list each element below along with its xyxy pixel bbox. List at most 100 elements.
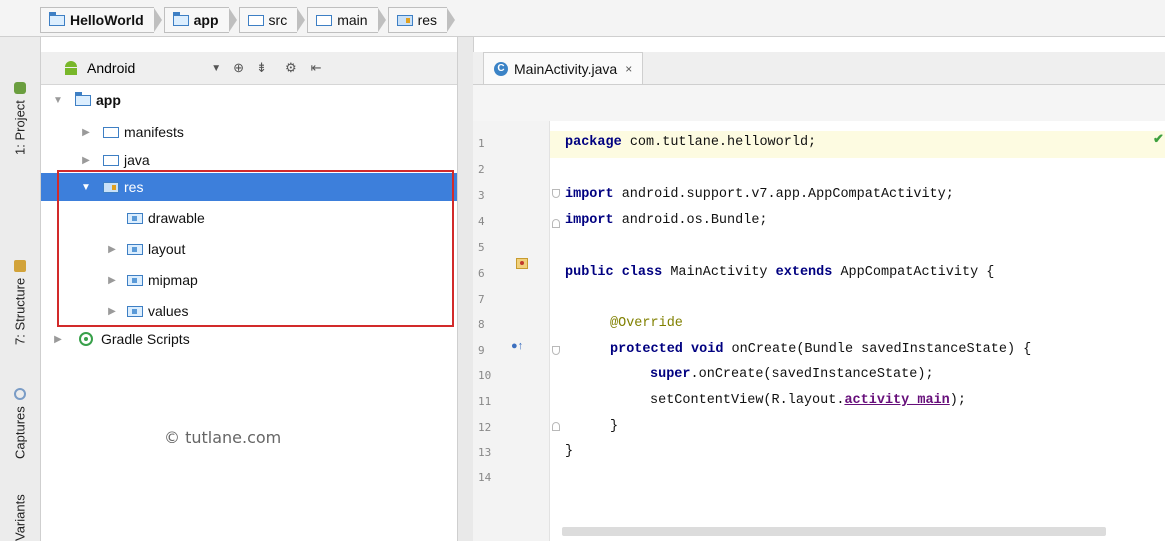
- breadcrumb-src[interactable]: src: [238, 7, 298, 33]
- breadcrumb-app[interactable]: app: [163, 7, 229, 33]
- captures-icon: [14, 388, 26, 401]
- resource-folder-icon: [396, 14, 413, 26]
- breadcrumb-separator: [297, 8, 306, 32]
- tree-item-gradle-scripts[interactable]: ▶ Gradle Scripts: [41, 325, 467, 353]
- gear-icon[interactable]: ⚙: [285, 60, 297, 76]
- tree-item-label: Gradle Scripts: [101, 331, 190, 347]
- breadcrumb-separator: [228, 8, 237, 32]
- breadcrumb-helloworld[interactable]: HelloWorld: [40, 7, 154, 33]
- horizontal-scrollbar[interactable]: [562, 527, 1106, 536]
- code-text: AppCompatActivity {: [832, 265, 995, 280]
- tab-label: 1: Project: [12, 100, 28, 155]
- keyword: package: [565, 135, 622, 150]
- line-number: 12: [478, 421, 492, 434]
- project-panel-header: Android ▼ ⊕ ⇟ ⚙ ⇤: [41, 52, 457, 85]
- fold-marker-icon[interactable]: [552, 219, 560, 228]
- code-line-11: setContentView(R.layout.activity_main);: [650, 393, 966, 408]
- code-line-4: import android.os.Bundle;: [565, 213, 768, 228]
- breadcrumb-separator: [447, 8, 456, 32]
- breadcrumb: HelloWorld app src main res: [40, 7, 457, 33]
- tab-structure[interactable]: 7: Structure: [8, 205, 32, 345]
- tab-mainactivity[interactable]: C MainActivity.java ×: [483, 52, 644, 84]
- line-number: 7: [478, 293, 485, 306]
- breadcrumb-res[interactable]: res: [387, 7, 448, 33]
- fold-marker-icon[interactable]: [552, 422, 560, 431]
- activity-icon[interactable]: [516, 258, 528, 269]
- android-icon: [63, 61, 79, 75]
- breadcrumb-label: main: [337, 12, 368, 28]
- code-text: .onCreate(savedInstanceState);: [690, 367, 934, 382]
- code-text: com.tutlane.helloworld;: [621, 135, 817, 150]
- tab-label: Captures: [12, 406, 28, 459]
- project-icon: [14, 82, 26, 95]
- keyword: protected void: [610, 342, 724, 357]
- line-number: 14: [478, 471, 492, 484]
- gradle-icon: [79, 332, 93, 346]
- collapse-icon[interactable]: ⇟: [256, 60, 267, 76]
- close-icon[interactable]: ×: [625, 62, 632, 76]
- chevron-down-icon[interactable]: ▼: [211, 63, 221, 74]
- expand-arrow-icon[interactable]: ▶: [51, 334, 65, 345]
- tab-project[interactable]: 1: Project: [8, 45, 32, 155]
- code-text: }: [565, 444, 574, 459]
- keyword: public class: [565, 265, 663, 280]
- expand-arrow-icon[interactable]: ▶: [79, 155, 93, 166]
- code-area[interactable]: [550, 121, 1165, 541]
- java-class-icon: C: [494, 61, 508, 76]
- fold-marker-icon[interactable]: [552, 189, 560, 198]
- code-line-8: @Override: [610, 316, 683, 331]
- sync-icon[interactable]: ⊕: [233, 60, 244, 76]
- module-folder-icon: [49, 11, 65, 26]
- folder-icon: [103, 154, 119, 166]
- editor-tab-bar: C MainActivity.java ×: [473, 52, 1165, 85]
- line-number: 2: [478, 163, 485, 176]
- tool-window-bar: 1: Project 7: Structure Captures Variant…: [0, 37, 41, 541]
- code-text: android.support.v7.app.AppCompatActivity…: [613, 187, 954, 202]
- tree-item-label: java: [124, 152, 150, 168]
- code-line-12: }: [610, 419, 618, 434]
- breadcrumb-separator: [377, 8, 386, 32]
- highlight-box: [57, 170, 454, 327]
- keyword: super: [650, 367, 691, 382]
- line-number: 11: [478, 395, 492, 408]
- folder-icon: [103, 126, 119, 138]
- expand-arrow-icon[interactable]: ▶: [79, 127, 93, 138]
- breadcrumb-label: app: [193, 12, 219, 28]
- tab-label: 7: Structure: [12, 277, 28, 345]
- watermark: © tutlane.com: [164, 428, 282, 447]
- keyword: import: [565, 213, 614, 228]
- code-line-9: protected void onCreate(Bundle savedInst…: [610, 342, 1031, 357]
- code-line-3: import android.support.v7.app.AppCompatA…: [565, 187, 954, 202]
- view-selector[interactable]: Android: [87, 60, 135, 76]
- override-marker-icon[interactable]: ●↑: [511, 340, 523, 352]
- tab-captures[interactable]: Captures: [8, 349, 32, 459]
- editor-breadcrumb-area: [473, 85, 1165, 121]
- hide-icon[interactable]: ⇤: [311, 60, 322, 76]
- breadcrumb-label: res: [417, 12, 438, 28]
- annotation: @Override: [610, 316, 683, 331]
- structure-icon: [14, 259, 26, 272]
- navigation-bar: HelloWorld app src main res: [0, 0, 1165, 37]
- code-text: setContentView(R.layout.: [650, 393, 845, 408]
- tree-item-manifests[interactable]: ▶ manifests: [41, 118, 495, 146]
- keyword: extends: [775, 265, 833, 280]
- line-number: 10: [478, 369, 492, 382]
- breadcrumb-label: HelloWorld: [70, 12, 144, 28]
- line-number: 1: [478, 137, 485, 150]
- line-number: 3: [478, 189, 485, 202]
- fold-marker-icon[interactable]: [552, 346, 560, 355]
- folder-icon: [247, 14, 264, 26]
- tree-item-app[interactable]: ▼ app: [41, 86, 467, 114]
- expand-arrow-icon[interactable]: ▼: [51, 95, 65, 106]
- tab-build-variants[interactable]: Variants: [8, 467, 32, 541]
- breadcrumb-main[interactable]: main: [307, 7, 378, 33]
- field-reference: activity_main: [844, 393, 950, 408]
- panel-divider[interactable]: [457, 37, 474, 541]
- module-folder-icon: [75, 91, 91, 106]
- code-text: onCreate(Bundle savedInstanceState) {: [723, 342, 1032, 357]
- folder-icon: [316, 14, 333, 26]
- code-text: );: [949, 393, 966, 408]
- line-number: 5: [478, 241, 485, 254]
- tree-item-label: manifests: [124, 124, 184, 140]
- keyword: import: [565, 187, 614, 202]
